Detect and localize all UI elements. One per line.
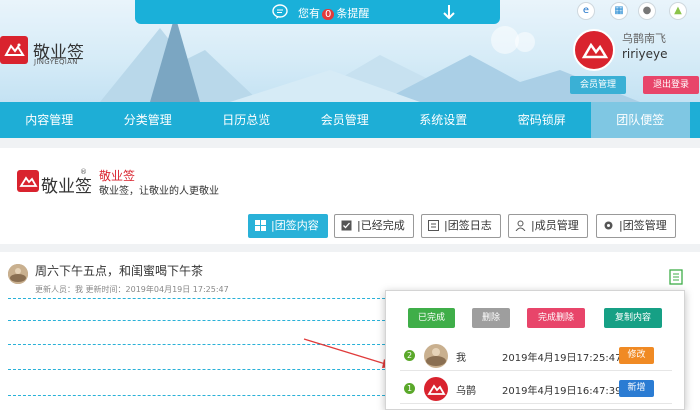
new-tag: 新增 bbox=[619, 380, 654, 397]
row-index-badge: 2 bbox=[404, 350, 415, 361]
history-row: 2 我 2019年4月19日17:25:47 修改 bbox=[400, 341, 672, 371]
history-popup: 已完成 删除 完成删除 复制内容 2 我 2019年4月19日17:25:47 … bbox=[385, 290, 685, 410]
history-time: 2019年4月19日17:25:47 bbox=[502, 353, 622, 364]
history-user-name: 我 bbox=[456, 353, 466, 364]
history-time: 2019年4月19日16:47:39 bbox=[502, 386, 622, 397]
row-index-badge: 1 bbox=[404, 383, 415, 394]
mark-done-button[interactable]: 已完成 bbox=[408, 308, 455, 328]
done-delete-button[interactable]: 完成删除 bbox=[527, 308, 585, 328]
history-user-avatar bbox=[424, 377, 448, 401]
delete-button[interactable]: 删除 bbox=[472, 308, 510, 328]
copy-content-button[interactable]: 复制内容 bbox=[604, 308, 662, 328]
history-row: 1 乌鹊 2019年4月19日16:47:39 新增 bbox=[400, 374, 672, 404]
history-user-name: 乌鹊 bbox=[456, 386, 476, 397]
history-user-avatar bbox=[424, 344, 448, 368]
edit-tag: 修改 bbox=[619, 347, 654, 364]
